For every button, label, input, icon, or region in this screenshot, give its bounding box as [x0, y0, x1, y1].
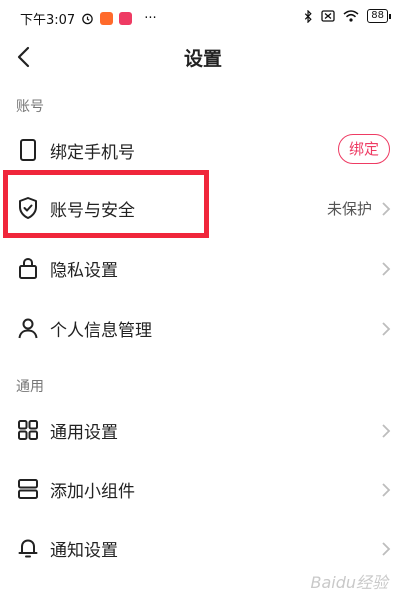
lock-icon	[19, 257, 37, 279]
chevron-right-icon	[382, 424, 391, 438]
status-left: 下午3:07 ···	[20, 9, 157, 28]
widget-icon	[18, 479, 38, 499]
app-badge-icon	[100, 12, 114, 25]
chevron-right-icon	[382, 483, 391, 497]
row-bind-phone[interactable]: 绑定手机号 绑定	[0, 122, 406, 180]
bluetooth-icon	[305, 9, 312, 23]
chevron-right-icon	[382, 262, 391, 276]
row-label: 隐私设置	[50, 261, 118, 281]
page-title: 设置	[183, 48, 222, 70]
more-dots: ···	[144, 11, 157, 26]
row-label: 添加小组件	[50, 482, 135, 502]
status-bar: 下午3:07 ··· 88	[0, 0, 406, 34]
row-add-widget[interactable]: 添加小组件	[0, 461, 406, 519]
status-right: 88	[304, 9, 391, 23]
wifi-icon	[343, 10, 359, 22]
section-label-account: 账号	[16, 99, 44, 115]
section-label-general: 通用	[16, 379, 44, 395]
battery-indicator: 88	[367, 9, 391, 23]
grid-icon	[18, 420, 38, 440]
person-icon	[18, 318, 38, 339]
security-status: 未保护	[326, 200, 372, 218]
bell-icon	[18, 539, 38, 558]
row-label: 通用设置	[50, 423, 118, 443]
row-label: 绑定手机号	[50, 143, 135, 163]
status-time: 下午3:07	[20, 13, 76, 28]
chevron-right-icon	[382, 202, 391, 216]
phone-icon	[20, 139, 36, 161]
row-general-settings[interactable]: 通用设置	[0, 402, 406, 460]
tiktok-badge-icon	[119, 12, 133, 25]
header: 设置	[0, 34, 406, 78]
row-label: 账号与安全	[50, 201, 135, 221]
alarm-icon	[82, 13, 93, 25]
chevron-right-icon	[382, 322, 391, 336]
sim-off-icon	[321, 10, 335, 22]
row-personal-info[interactable]: 个人信息管理	[0, 300, 406, 358]
row-label: 个人信息管理	[50, 321, 152, 341]
chevron-right-icon	[382, 542, 391, 556]
watermark: Baidu经验	[310, 573, 388, 592]
row-account-security[interactable]: 账号与安全 未保护	[0, 180, 406, 238]
shield-check-icon	[19, 197, 37, 219]
row-privacy[interactable]: 隐私设置	[0, 240, 406, 298]
bind-button[interactable]: 绑定	[337, 134, 390, 164]
row-label: 通知设置	[50, 541, 118, 561]
